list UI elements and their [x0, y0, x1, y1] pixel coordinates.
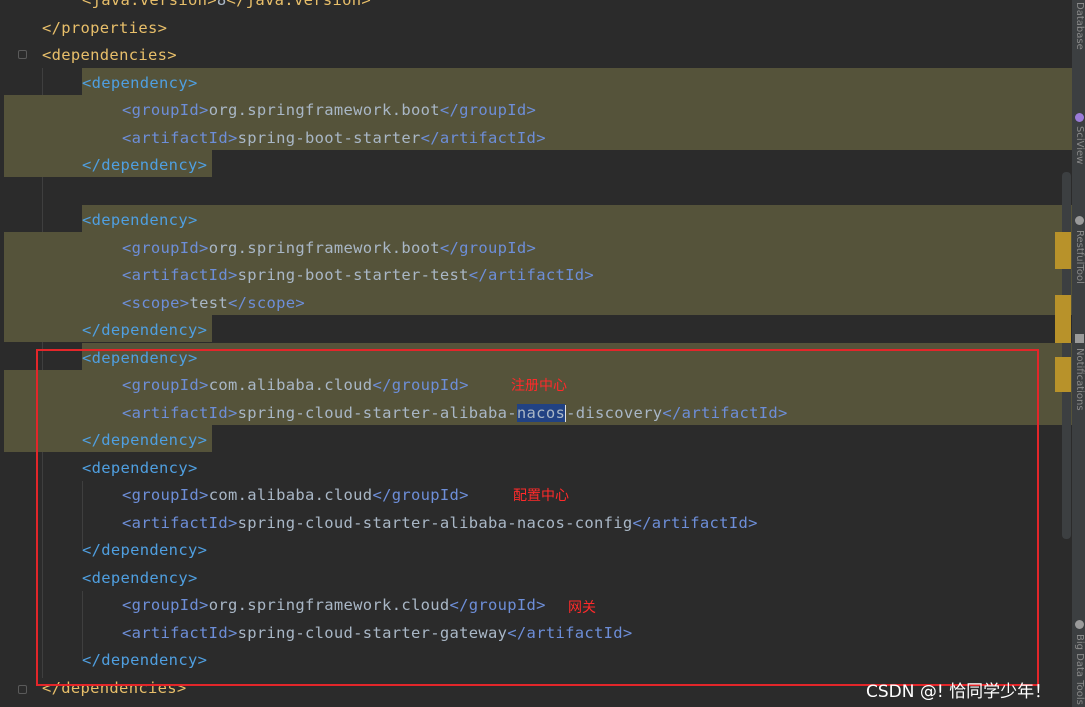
notifications-tab[interactable]: Notifications [1074, 348, 1085, 411]
code-token: <groupId> [122, 238, 209, 257]
code-line[interactable]: <dependency> [82, 207, 198, 234]
duplicate-highlight [82, 205, 1072, 232]
database-tab[interactable]: Database [1074, 2, 1085, 50]
code-token: </artifactId> [468, 266, 594, 284]
code-line[interactable]: <dependency> [82, 70, 198, 97]
code-token: </groupId> [439, 238, 537, 257]
code-token: > [157, 18, 168, 37]
annotation-box [36, 349, 1039, 686]
code-token: </groupId> [439, 101, 537, 119]
watermark: CSDN @! 恰同学少年！ [866, 682, 1052, 702]
code-line[interactable]: <scope>test</scope> [122, 290, 305, 317]
code-token: < [42, 46, 52, 64]
notifications-icon[interactable] [1075, 334, 1084, 343]
code-token: properties [61, 18, 158, 37]
code-token: > [361, 0, 372, 9]
code-token: org.springframework.boot [208, 238, 440, 257]
code-token: <groupId> [122, 101, 209, 119]
code-line[interactable]: <artifactId>spring-boot-starter</artifac… [122, 125, 546, 152]
code-token: test [189, 293, 228, 312]
code-token: spring-boot-starter [237, 128, 421, 147]
code-token: > [167, 46, 177, 64]
duplicate-highlight [82, 68, 1072, 95]
code-token: <dependency> [82, 211, 198, 229]
code-token: java.version [245, 0, 362, 9]
code-token: </scope> [227, 293, 306, 312]
scroll-marker[interactable] [1055, 357, 1071, 392]
code-token: </dependency> [82, 156, 208, 174]
big-data-tools-icon[interactable] [1075, 620, 1084, 629]
scroll-marker[interactable] [1055, 295, 1071, 343]
code-line[interactable]: <dependencies> [42, 42, 177, 69]
code-token: org.springframework.boot [208, 101, 440, 119]
big-data-tools-tab[interactable]: Big Data Tools [1074, 634, 1085, 705]
code-line[interactable]: </properties> [42, 15, 167, 42]
code-token: <artifactId> [122, 128, 238, 147]
fold-marker[interactable] [18, 685, 27, 694]
code-token: </ [226, 0, 246, 9]
code-line[interactable]: </dependency> [82, 317, 207, 344]
restfultool-tab[interactable]: RestfulTool [1074, 230, 1085, 284]
code-line[interactable]: <java.version>8</java.version> [82, 0, 371, 14]
code-token: </ [42, 18, 62, 37]
code-token: java.version [91, 0, 208, 9]
code-token: < [82, 0, 92, 9]
code-token: spring-boot-starter-test [237, 266, 469, 284]
code-line[interactable]: </dependency> [82, 152, 207, 179]
sciview-tab[interactable]: SciView [1074, 126, 1085, 164]
code-token: <scope> [122, 293, 190, 312]
code-token: > [207, 0, 217, 9]
code-line[interactable]: <groupId>org.springframework.boot</group… [122, 235, 536, 262]
fold-marker[interactable] [18, 50, 27, 59]
editor-scrollbar[interactable] [1062, 172, 1071, 539]
scroll-marker[interactable] [1055, 232, 1071, 269]
code-token: dependencies [51, 46, 168, 64]
code-token: <dependency> [82, 73, 198, 92]
sciview-icon[interactable] [1075, 113, 1084, 122]
code-token: 8 [216, 0, 227, 9]
code-token: </dependency> [82, 321, 208, 339]
code-line[interactable]: <groupId>org.springframework.boot</group… [122, 97, 536, 124]
code-token: <artifactId> [122, 266, 238, 284]
code-token: </artifactId> [420, 128, 546, 147]
code-line[interactable]: <artifactId>spring-boot-starter-test</ar… [122, 262, 594, 289]
restfultool-icon[interactable] [1075, 216, 1084, 225]
